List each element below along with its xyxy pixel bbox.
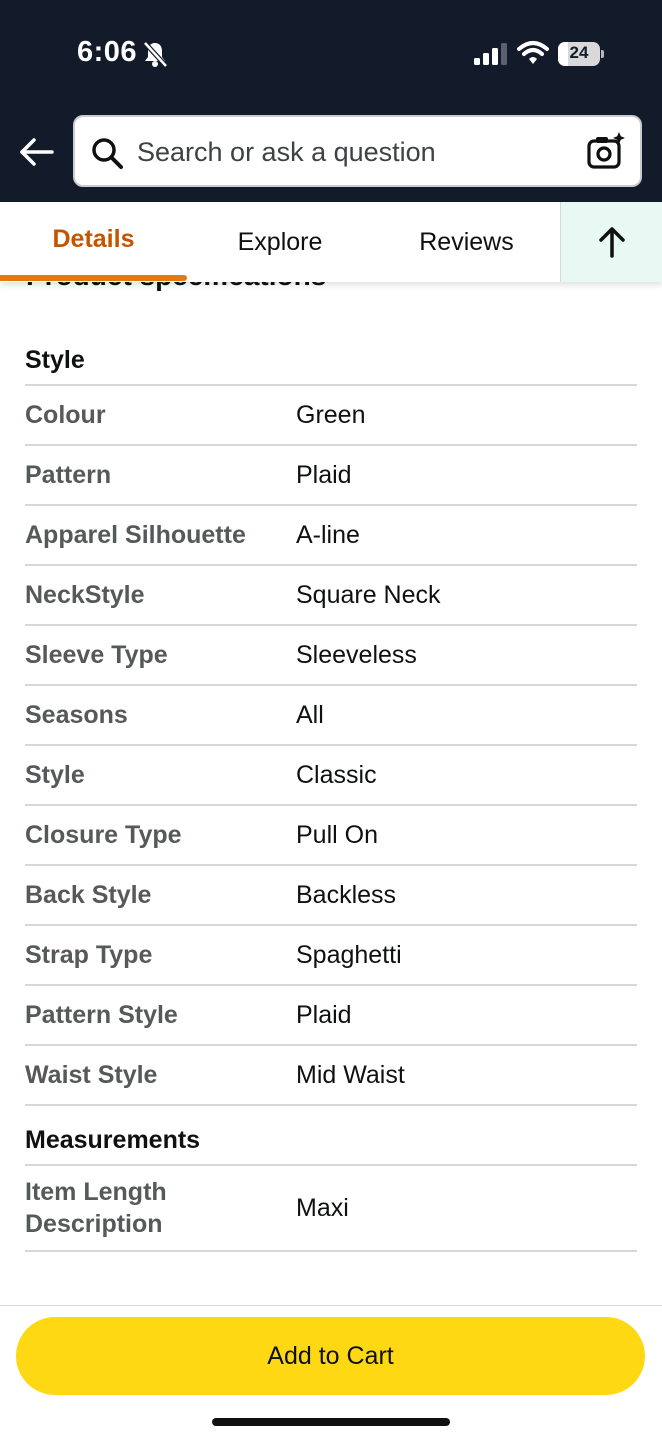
spec-section-title: Style [25, 326, 637, 386]
spec-value: All [296, 701, 324, 729]
wifi-icon [517, 41, 549, 64]
tab-bar: Details Explore Reviews [0, 202, 662, 282]
spec-row: Pattern Style Plaid [25, 986, 637, 1046]
spec-name: Pattern Style [25, 1001, 178, 1029]
spec-value: Sleeveless [296, 641, 417, 669]
spec-section-title: Measurements [25, 1106, 637, 1166]
scroll-to-top-button[interactable] [560, 202, 662, 282]
status-time: 6:06 [77, 36, 138, 68]
bottom-bar: Add to Cart [0, 1305, 662, 1440]
active-tab-indicator [0, 275, 187, 281]
back-arrow-icon[interactable] [18, 134, 54, 170]
spec-value: A-line [296, 521, 360, 549]
spec-row: Style Classic [25, 746, 637, 806]
spec-name: Item Length Description [25, 1178, 167, 1238]
spec-row: Pattern Plaid [25, 446, 637, 506]
spec-row: Closure Type Pull On [25, 806, 637, 866]
spec-value: Plaid [296, 1001, 352, 1029]
spec-row: Sleeve Type Sleeveless [25, 626, 637, 686]
search-placeholder: Search or ask a question [137, 137, 436, 167]
tab-explore[interactable]: Explore [187, 202, 373, 282]
spec-name: Apparel Silhouette [25, 521, 246, 549]
spec-value: Mid Waist [296, 1061, 405, 1089]
home-indicator[interactable] [212, 1418, 450, 1426]
spec-name: Colour [25, 401, 106, 429]
battery-icon: 24 [558, 42, 604, 66]
tab-reviews[interactable]: Reviews [373, 202, 560, 282]
spec-name: Waist Style [25, 1061, 158, 1089]
bell-slash-icon [143, 41, 168, 68]
spec-value: Square Neck [296, 581, 441, 609]
add-to-cart-button[interactable]: Add to Cart [16, 1317, 645, 1395]
spec-row: Strap Type Spaghetti [25, 926, 637, 986]
spec-value: Classic [296, 761, 377, 789]
spec-name: Sleeve Type [25, 641, 168, 669]
search-icon [92, 138, 123, 169]
spec-row: NeckStyle Square Neck [25, 566, 637, 626]
spec-value: Plaid [296, 461, 352, 489]
spec-row: Item Length Description Maxi [25, 1166, 637, 1252]
app-header: 6:06 24 Search or ask a question [0, 0, 662, 202]
spec-value: Green [296, 401, 366, 429]
spec-row: Waist Style Mid Waist [25, 1046, 637, 1106]
spec-value: Maxi [296, 1194, 349, 1222]
spec-value: Spaghetti [296, 941, 402, 969]
search-input[interactable]: Search or ask a question [73, 115, 642, 187]
spec-name: Back Style [25, 881, 152, 909]
spec-name: Closure Type [25, 821, 182, 849]
spec-name: Strap Type [25, 941, 153, 969]
spec-name: NeckStyle [25, 581, 145, 609]
spec-value: Pull On [296, 821, 378, 849]
section-heading-partial: Product specifications [26, 282, 326, 292]
spec-name: Seasons [25, 701, 128, 729]
signal-icon [474, 43, 507, 65]
spec-value: Backless [296, 881, 397, 909]
spec-row: Back Style Backless [25, 866, 637, 926]
spec-name: Style [25, 761, 85, 789]
spec-row: Colour Green [25, 386, 637, 446]
details-content[interactable]: Product specifications Style Colour Green P… [0, 282, 662, 1306]
spec-row: Apparel Silhouette A-line [25, 506, 637, 566]
spec-name: Pattern [25, 461, 112, 489]
tab-details[interactable]: Details [0, 202, 187, 282]
product-specifications: Style Colour Green Pattern Plaid Apparel Silh… [25, 326, 637, 1252]
battery-percent: 24 [569, 43, 589, 62]
spec-row: Seasons All [25, 686, 637, 746]
camera-search-icon[interactable] [586, 131, 626, 171]
arrow-up-icon [599, 227, 625, 258]
